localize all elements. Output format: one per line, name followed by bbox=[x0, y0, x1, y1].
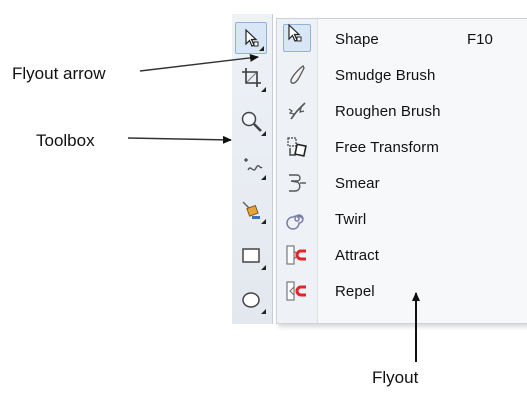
toolbox-pointer bbox=[127, 135, 232, 144]
flyout-arrow-pointer bbox=[139, 53, 259, 72]
annotation-arrows bbox=[127, 53, 420, 362]
